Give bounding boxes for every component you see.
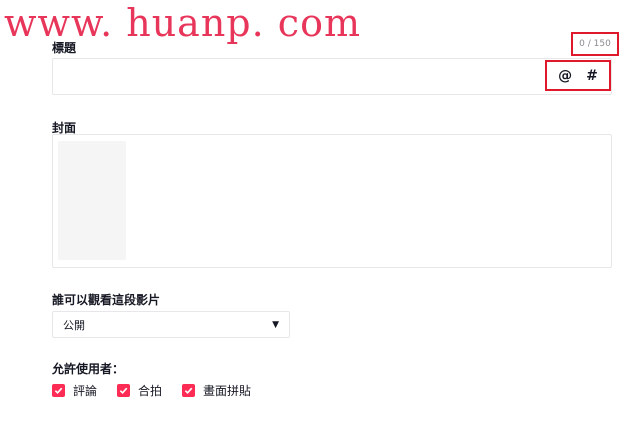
checkbox-checked-icon[interactable] xyxy=(52,384,65,397)
checkbox-checked-icon[interactable] xyxy=(182,384,196,397)
mention-button[interactable]: @ xyxy=(558,68,572,84)
checkbox-checked-icon[interactable] xyxy=(117,384,131,397)
privacy-label: 誰可以觀看這段影片 xyxy=(52,293,161,307)
allow-duet-label: 合拍 xyxy=(138,384,163,398)
allow-comment-option[interactable]: 評論 xyxy=(52,382,97,399)
cover-thumbnail[interactable] xyxy=(58,141,126,260)
mention-hashtag-group: @ # xyxy=(545,60,611,91)
cover-selector[interactable] xyxy=(52,134,612,268)
privacy-select[interactable]: 公開 ▼ xyxy=(52,311,290,338)
title-label: 標題 xyxy=(52,41,77,55)
allow-duet-option[interactable]: 合拍 xyxy=(117,382,162,399)
character-counter: 0 / 150 xyxy=(571,32,619,56)
hashtag-button[interactable]: # xyxy=(586,68,598,84)
allow-users-label: 允許使用者： xyxy=(52,362,125,376)
allow-options: 評論 合拍 畫面拼貼 xyxy=(52,382,251,399)
allow-stitch-label: 畫面拼貼 xyxy=(203,384,252,398)
allow-comment-label: 評論 xyxy=(73,384,98,398)
allow-stitch-option[interactable]: 畫面拼貼 xyxy=(182,382,251,399)
watermark: www. huanp. com xyxy=(4,1,361,45)
caret-down-icon: ▼ xyxy=(272,319,279,330)
title-input[interactable] xyxy=(52,58,612,95)
privacy-selected-value: 公開 xyxy=(63,318,85,332)
